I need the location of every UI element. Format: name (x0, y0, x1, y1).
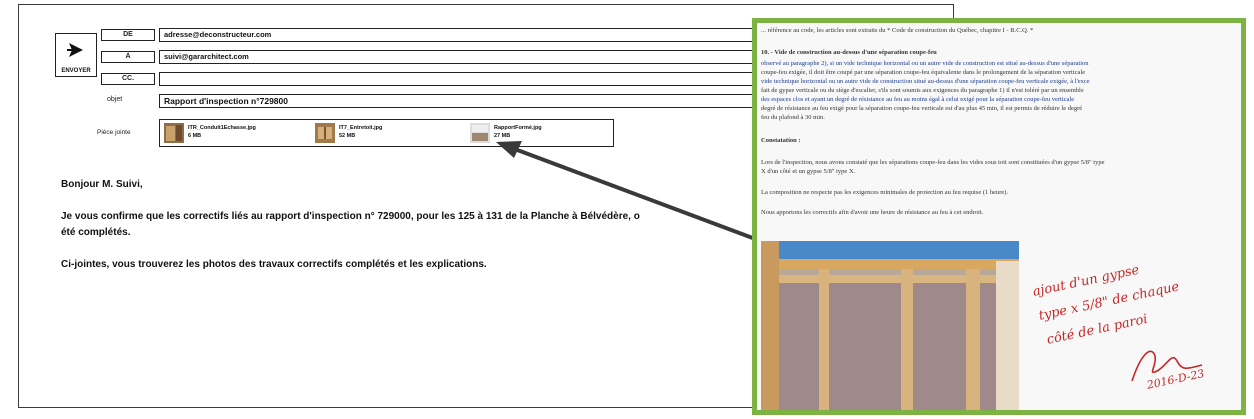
document-line: feu du plafond à 30 min. (761, 114, 825, 121)
construction-photo (761, 241, 1019, 410)
document-heading: 10. - Vide de construction au-dessus d'u… (761, 49, 937, 56)
document-line: La composition ne respecte pas les exige… (761, 189, 1009, 196)
document-line: degré de résistance au feu exigé pour la… (761, 105, 1083, 112)
document-line: observé au paragraphe 2), si un vide tec… (761, 60, 1089, 67)
inspection-report-overlay: ... référence au code, les articles sont… (752, 18, 1246, 415)
document-line: Lors de l'inspection, nous avons constat… (761, 159, 1105, 166)
document-heading: Constatation : (761, 137, 801, 144)
document-line: Nous apportons les correctifs afin d'avo… (761, 209, 984, 216)
document-line: coupe-feu exigée, il doit être coupé par… (761, 69, 1086, 76)
document-line: des espaces clos et ayant un degré de ré… (761, 96, 1075, 103)
document-line: vide technique horizontal ou un autre vi… (761, 78, 1090, 85)
wall-framing-image (761, 241, 1019, 410)
document-line: X d'un côté et un gypse 5/8" type X. (761, 168, 856, 175)
document-line: fait de gypse verticale ou du siège d'es… (761, 87, 1084, 94)
document-line: ... référence au code, les articles sont… (761, 27, 1034, 34)
